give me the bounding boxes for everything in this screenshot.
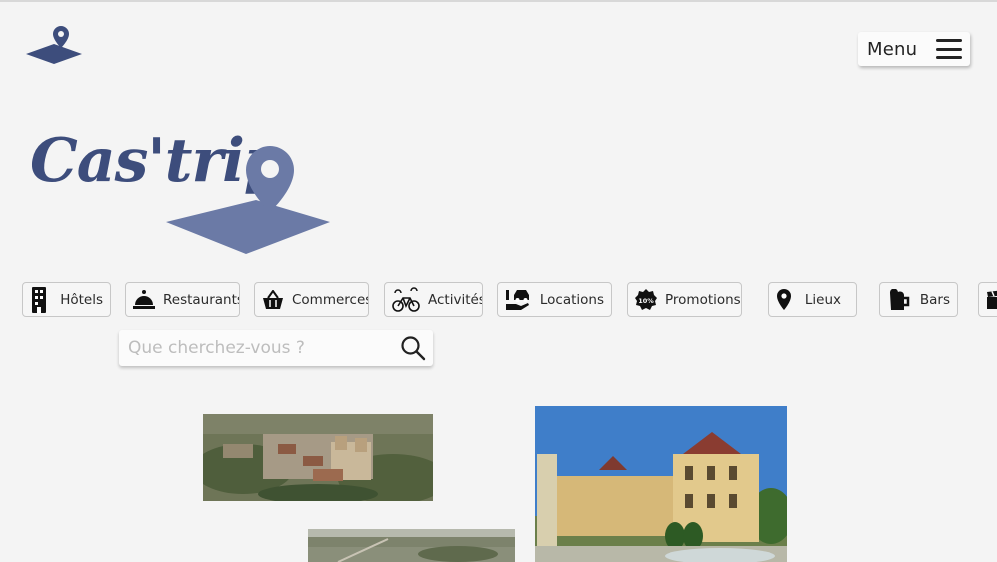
- clapperboard-icon: [987, 290, 997, 309]
- search-icon[interactable]: [400, 335, 426, 361]
- category-label: Activités: [428, 291, 483, 308]
- category-label: Promotions: [665, 291, 741, 308]
- top-border: [0, 0, 997, 2]
- car-rental-icon: [506, 289, 529, 310]
- category-promotions[interactable]: 10% Promotions: [627, 282, 742, 317]
- category-bar: Hôtels Restaurants Commerces Activités L…: [0, 282, 997, 319]
- home-logo[interactable]: [24, 24, 84, 66]
- aerial-village-photo[interactable]: [203, 414, 433, 501]
- category-restaurants[interactable]: Restaurants: [125, 282, 240, 317]
- map-pin-on-tile-icon: [26, 26, 82, 64]
- category-cinema[interactable]: [978, 282, 997, 317]
- hamburger-icon: [936, 39, 962, 59]
- category-bars[interactable]: Bars: [879, 282, 958, 317]
- category-label: Bars: [919, 291, 950, 308]
- cloche-icon: [133, 289, 155, 309]
- category-label: Locations: [539, 291, 604, 308]
- category-commerces[interactable]: Commerces: [254, 282, 369, 317]
- svg-text:10%: 10%: [638, 297, 654, 305]
- beer-mug-icon: [889, 288, 910, 310]
- basket-icon: [263, 289, 283, 309]
- category-label: Lieux: [804, 291, 841, 308]
- chateau-photo[interactable]: [535, 406, 787, 562]
- aerial-landscape-photo[interactable]: [308, 529, 515, 562]
- bicycle-icon: [392, 286, 420, 312]
- category-hotels[interactable]: Hôtels: [22, 282, 111, 317]
- menu-button[interactable]: Menu: [858, 32, 970, 66]
- search-input[interactable]: [128, 338, 400, 358]
- discount-badge-icon: 10%: [635, 288, 657, 310]
- map-pin-icon: [777, 288, 791, 310]
- category-label: Commerces: [292, 291, 369, 308]
- category-lieux[interactable]: Lieux: [768, 282, 857, 317]
- hotel-building-icon: [32, 286, 46, 313]
- category-label: Hôtels: [60, 291, 103, 308]
- category-activites[interactable]: Activités: [384, 282, 483, 317]
- menu-label: Menu: [867, 38, 918, 60]
- category-locations[interactable]: Locations: [497, 282, 612, 317]
- category-label: Restaurants: [163, 291, 240, 308]
- brand-pin-icon: [164, 142, 332, 258]
- search-box: [119, 330, 433, 366]
